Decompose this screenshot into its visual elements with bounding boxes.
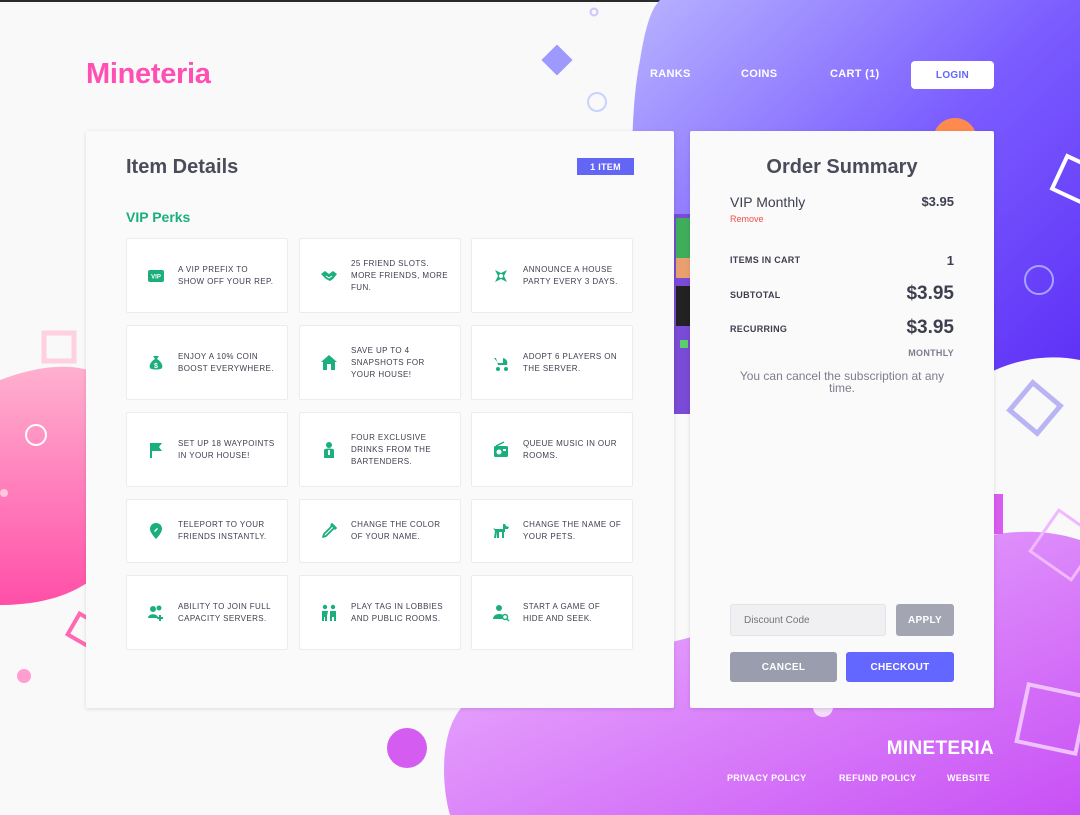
- map-pin-icon: [147, 522, 165, 540]
- perk-text: Set up 18 waypoints in your house!: [178, 438, 275, 460]
- money-bag-icon: $: [147, 354, 165, 372]
- discount-code-input[interactable]: [730, 604, 886, 636]
- search-user-icon: [492, 604, 510, 622]
- perk-text: Save up to 4 snapshots for your house!: [351, 345, 425, 379]
- item-details-title: Item Details: [126, 156, 239, 178]
- perk-text: Ability to join full capacity servers.: [178, 601, 271, 623]
- perk-text: Four exclusive drinks from the bartender…: [351, 432, 432, 466]
- cancel-note: You can cancel the subscription at any t…: [739, 369, 945, 395]
- footer-logo: MINETERIA: [886, 738, 994, 759]
- perk-text: Start a game of hide and seek.: [523, 601, 601, 623]
- svg-text:VIP: VIP: [151, 274, 161, 280]
- perk-card: VIP A VIP prefix to show off your rep.: [126, 238, 288, 313]
- cancel-button[interactable]: CANCEL: [730, 652, 837, 682]
- login-button[interactable]: LOGIN: [911, 61, 994, 89]
- perks-title: VIP Perks: [126, 209, 191, 225]
- perk-text: Play tag in lobbies and public rooms.: [351, 601, 443, 623]
- remove-item-link[interactable]: Remove: [730, 214, 764, 224]
- cart-item-price: $3.95: [921, 194, 954, 209]
- order-summary-card: Order Summary VIP Monthly $3.95 Remove I…: [690, 131, 994, 708]
- perk-card: Change the color of your name.: [299, 499, 461, 563]
- footer-refund-link[interactable]: REFUND POLICY: [839, 773, 916, 783]
- handshake-icon: [320, 267, 338, 285]
- house-icon: [320, 354, 338, 372]
- kids-icon: [320, 604, 338, 622]
- perk-text: 25 friend slots. More friends, more fun.: [351, 258, 448, 292]
- perk-card: Queue music in our rooms.: [471, 412, 633, 487]
- perk-text: Change the name of your pets.: [523, 520, 622, 541]
- svg-text:$: $: [154, 363, 158, 370]
- perk-card: Teleport to your friends instantly.: [126, 499, 288, 563]
- add-users-icon: [147, 604, 165, 622]
- bartender-icon: [320, 441, 338, 459]
- recurring-value: $3.95: [906, 317, 954, 338]
- nav-cart[interactable]: CART (1): [830, 68, 879, 80]
- cart-item-name: VIP Monthly: [730, 194, 806, 210]
- logo[interactable]: Mineteria: [86, 58, 211, 91]
- order-summary-title: Order Summary: [766, 156, 918, 178]
- eyedropper-icon: [320, 522, 338, 540]
- nav-ranks[interactable]: RANKS: [650, 68, 691, 80]
- recurring-label: RECURRING: [730, 324, 788, 334]
- perk-card: Change the name of your pets.: [471, 499, 633, 563]
- perk-card: Save up to 4 snapshots for your house!: [299, 325, 461, 400]
- item-count-badge: 1 ITEM: [577, 158, 634, 175]
- perk-text: A VIP prefix to show off your rep.: [178, 264, 274, 286]
- footer-privacy-link[interactable]: PRIVACY POLICY: [727, 773, 806, 783]
- perk-card: Set up 18 waypoints in your house!: [126, 412, 288, 487]
- flag-icon: [147, 441, 165, 459]
- perk-text: Queue music in our rooms.: [523, 438, 617, 460]
- perk-card: $ Enjoy a 10% coin boost everywhere.: [126, 325, 288, 400]
- vip-tag-icon: VIP: [147, 267, 165, 285]
- party-icon: [492, 267, 510, 285]
- nav-coins[interactable]: COINS: [741, 68, 777, 80]
- item-details-card: Item Details 1 ITEM VIP Perks VIP A VIP …: [86, 131, 674, 708]
- perk-card: Ability to join full capacity servers.: [126, 575, 288, 650]
- subtotal-value: $3.95: [906, 283, 954, 304]
- perk-text: Teleport to your friends instantly.: [178, 520, 267, 541]
- radio-icon: [492, 440, 510, 459]
- perk-text: Enjoy a 10% coin boost everywhere.: [178, 351, 274, 373]
- subtotal-label: SUBTOTAL: [730, 290, 781, 300]
- items-in-cart-label: ITEMS IN CART: [730, 255, 801, 265]
- perk-card: Adopt 6 players on the server.: [471, 325, 633, 400]
- perk-card: Announce a house party every 3 days.: [471, 238, 633, 313]
- perk-card: Four exclusive drinks from the bartender…: [299, 412, 461, 487]
- perk-text: Announce a house party every 3 days.: [523, 264, 618, 286]
- items-in-cart-value: 1: [946, 253, 954, 268]
- stroller-icon: [492, 354, 510, 372]
- apply-button[interactable]: APPLY: [896, 604, 954, 636]
- dog-icon: [492, 522, 510, 540]
- perk-card: Start a game of hide and seek.: [471, 575, 633, 650]
- footer-website-link[interactable]: WEBSITE: [947, 773, 990, 783]
- checkout-button[interactable]: CHECKOUT: [846, 652, 954, 682]
- perk-text: Adopt 6 players on the server.: [523, 351, 618, 373]
- perk-card: 25 friend slots. More friends, more fun.: [299, 238, 461, 313]
- recurring-period: MONTHLY: [908, 348, 954, 358]
- perk-text: Change the color of your name.: [351, 520, 441, 541]
- perk-card: Play tag in lobbies and public rooms.: [299, 575, 461, 650]
